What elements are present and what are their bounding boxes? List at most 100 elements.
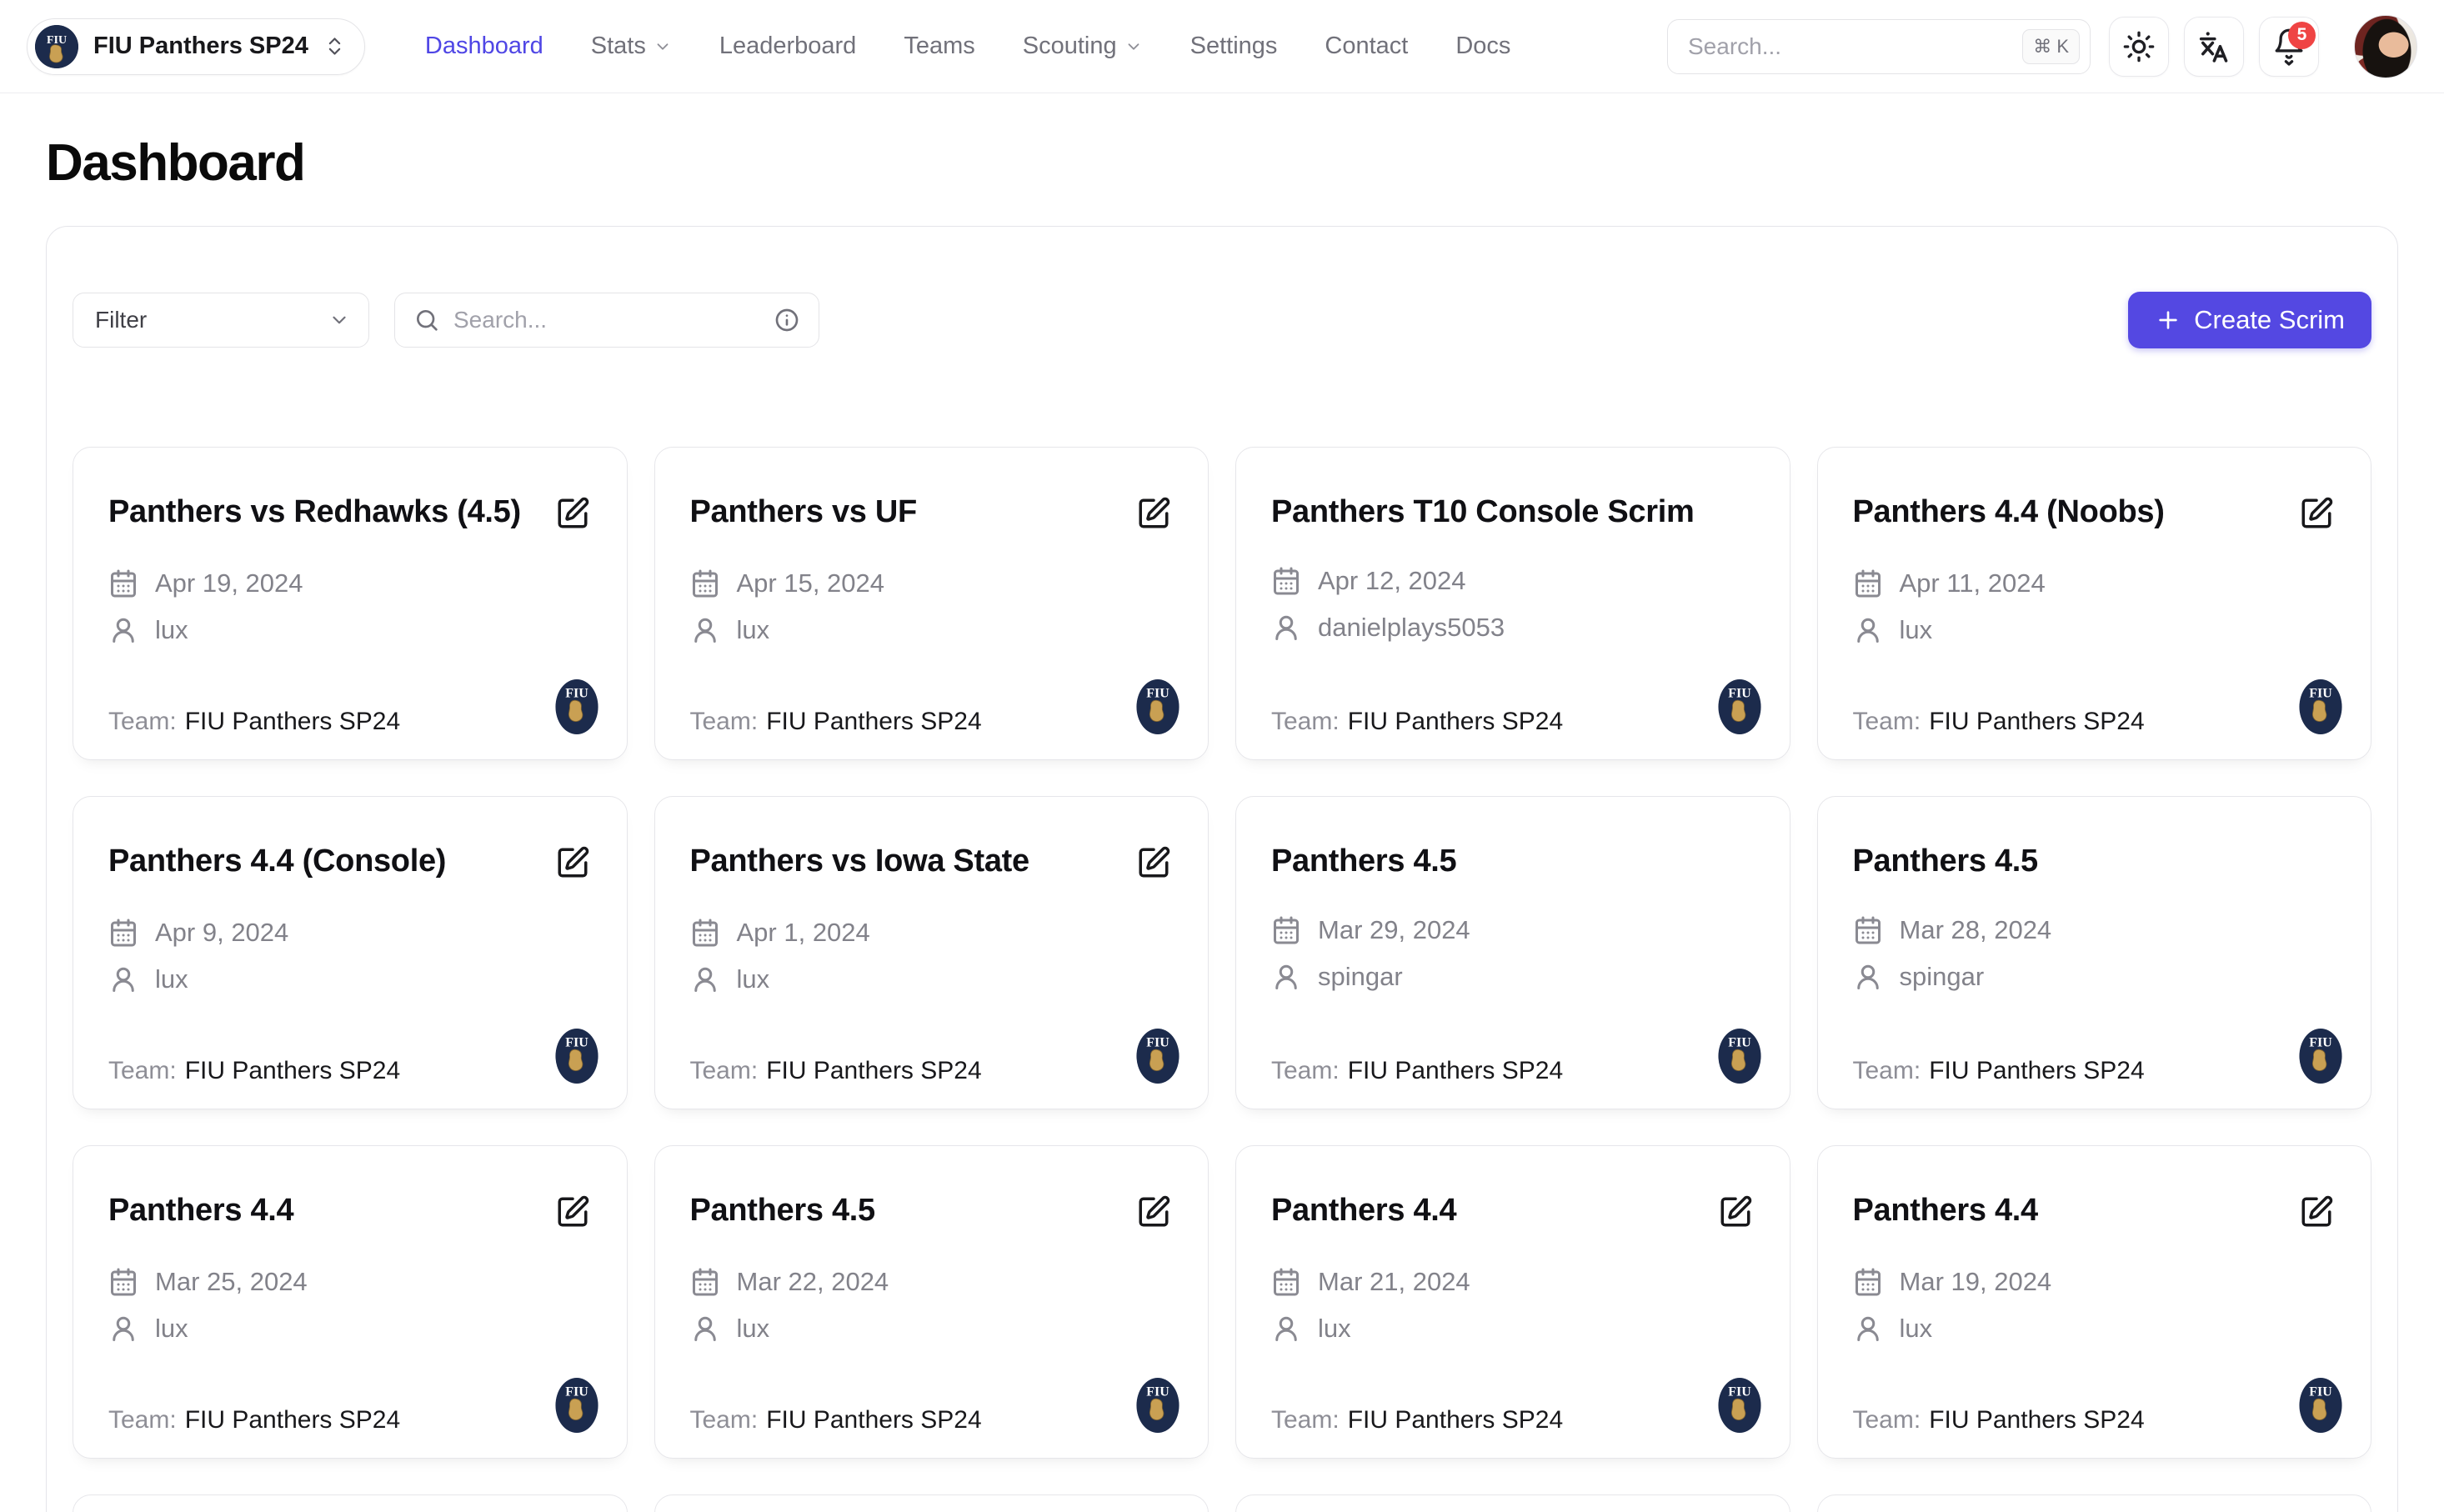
team-name: FIU Panthers SP24 [185,1406,400,1434]
team-label: Team: [1271,1406,1340,1434]
header-actions: 5 [2109,15,2417,78]
scrim-card[interactable]: Panthers 4.4 Mar 21, 2024 [1235,1145,1790,1459]
scrim-owner: spingar [1900,962,1985,992]
team-label: Team: [690,1406,759,1434]
main-content: Dashboard Filter Create Scrim Panthers v… [0,93,2444,1512]
scrim-title: Panthers T10 Console Scrim [1271,493,1755,533]
scrim-owner: danielplays5053 [1318,613,1505,643]
team-logo-text: FIU [2309,686,2332,700]
nav-link-stats[interactable]: Stats [591,33,672,60]
scrim-card-partial [1817,1494,2372,1512]
team-name: FIU Panthers SP24 [1929,708,2144,736]
global-search-box[interactable]: ⌘ K [1667,19,2091,74]
scrim-owner: spingar [1318,962,1403,992]
team-name: FIU Panthers SP24 [1929,1406,2144,1434]
scrim-owner: lux [155,964,188,994]
scrim-title: Panthers 4.4 (Console) [108,842,538,882]
scrim-card[interactable]: Panthers 4.5 Mar 29, 2024 spingar Team: [1235,796,1790,1109]
chevron-down-icon [654,38,672,56]
team-label: Team: [1853,1057,1921,1085]
nav-link-teams[interactable]: Teams [904,33,974,60]
user-icon [108,964,138,994]
edit-scrim-button[interactable] [2297,494,2336,535]
scrim-card[interactable]: Panthers 4.4 (Console) Apr 9, 2024 [73,796,628,1109]
chevron-down-icon [328,309,350,331]
nav-link-leaderboard[interactable]: Leaderboard [719,33,856,60]
scrim-date: Apr 12, 2024 [1318,566,1466,596]
scrim-card[interactable]: Panthers 4.4 Mar 25, 2024 [73,1145,628,1459]
notifications-button[interactable]: 5 [2259,17,2319,77]
scrim-search-box[interactable] [394,293,819,348]
scrim-owner: lux [155,1314,188,1344]
user-icon [1271,1314,1301,1344]
edit-scrim-button[interactable] [553,1193,592,1234]
scrim-title: Panthers vs Iowa State [690,842,1120,882]
edit-pencil-icon [555,1194,590,1229]
search-shortcut-badge: ⌘ K [2022,29,2080,64]
scrim-date: Mar 28, 2024 [1900,915,2052,945]
edit-scrim-button[interactable] [1716,1193,1755,1234]
calendar-icon [1271,566,1301,596]
edit-scrim-button[interactable] [553,844,592,884]
scrim-owner: lux [1318,1314,1351,1344]
scrim-card[interactable]: Panthers vs Iowa State Apr 1, 2024 [654,796,1209,1109]
team-label: Team: [1853,708,1921,736]
calendar-icon [108,568,138,598]
global-search-input[interactable] [1688,33,2022,60]
translate-languages-icon [2196,29,2231,64]
edit-pencil-icon [555,845,590,880]
edit-scrim-button[interactable] [1134,1193,1173,1234]
scrims-panel: Filter Create Scrim Panthers vs Redhawks… [46,226,2398,1512]
edit-pencil-icon [1136,845,1171,880]
scrim-title: Panthers 4.5 [690,1191,1120,1231]
nav-link-settings[interactable]: Settings [1190,33,1278,60]
scrim-date: Mar 21, 2024 [1318,1267,1470,1297]
create-scrim-button[interactable]: Create Scrim [2128,292,2371,348]
user-avatar[interactable] [2354,15,2417,78]
user-icon [1853,962,1883,992]
team-logo: FIU [1718,679,1761,734]
nav-link-scouting[interactable]: Scouting [1023,33,1143,60]
team-logo: FIU [1136,1029,1179,1084]
scrim-card[interactable]: Panthers vs UF Apr 15, 2024 [654,447,1209,760]
info-icon[interactable] [774,307,800,333]
team-name: FIU Panthers SP24 [766,1406,981,1434]
calendar-icon [1853,568,1883,598]
nav-link-contact[interactable]: Contact [1325,33,1408,60]
scrim-title: Panthers 4.5 [1271,842,1755,882]
language-button[interactable] [2184,17,2244,77]
nav-link-docs[interactable]: Docs [1455,33,1510,60]
scrim-date: Apr 9, 2024 [155,918,288,948]
edit-scrim-button[interactable] [1134,844,1173,884]
scrim-card[interactable]: Panthers 4.5 Mar 28, 2024 spingar Team: [1817,796,2372,1109]
team-label: Team: [108,1406,177,1434]
calendar-icon [1853,1267,1883,1297]
scrim-card[interactable]: Panthers 4.4 Mar 19, 2024 [1817,1145,2372,1459]
edit-pencil-icon [555,496,590,531]
scrim-card[interactable]: Panthers vs Redhawks (4.5) Apr 19, 2024 [73,447,628,760]
team-name: FIU Panthers SP24 [185,1057,400,1085]
user-icon [1853,1314,1883,1344]
nav-link-dashboard[interactable]: Dashboard [425,33,543,60]
team-logo-text: FIU [565,1035,588,1049]
scrim-title: Panthers 4.4 [108,1191,538,1231]
edit-scrim-button[interactable] [553,494,592,535]
scrim-card[interactable]: Panthers 4.4 (Noobs) Apr 11, 2024 [1817,447,2372,760]
team-logo: FIU [1136,1378,1179,1433]
team-selector[interactable]: FIU FIU Panthers SP24 [27,18,365,75]
edit-pencil-icon [1136,1194,1171,1229]
team-label: Team: [690,708,759,736]
edit-scrim-button[interactable] [1134,494,1173,535]
scrim-search-input[interactable] [453,307,760,333]
team-logo-text: FIU [1728,686,1751,700]
scrim-card[interactable]: Panthers 4.5 Mar 22, 2024 [654,1145,1209,1459]
edit-scrim-button[interactable] [2297,1193,2336,1234]
scrim-card[interactable]: Panthers T10 Console Scrim Apr 12, 2024 … [1235,447,1790,760]
scrim-owner: lux [737,1314,770,1344]
calendar-icon [108,1267,138,1297]
filter-select[interactable]: Filter [73,293,369,348]
theme-toggle-button[interactable] [2109,17,2169,77]
team-logo-small: FIU [35,25,78,68]
team-logo-text: FIU [1728,1035,1751,1049]
create-scrim-label: Create Scrim [2194,305,2345,335]
